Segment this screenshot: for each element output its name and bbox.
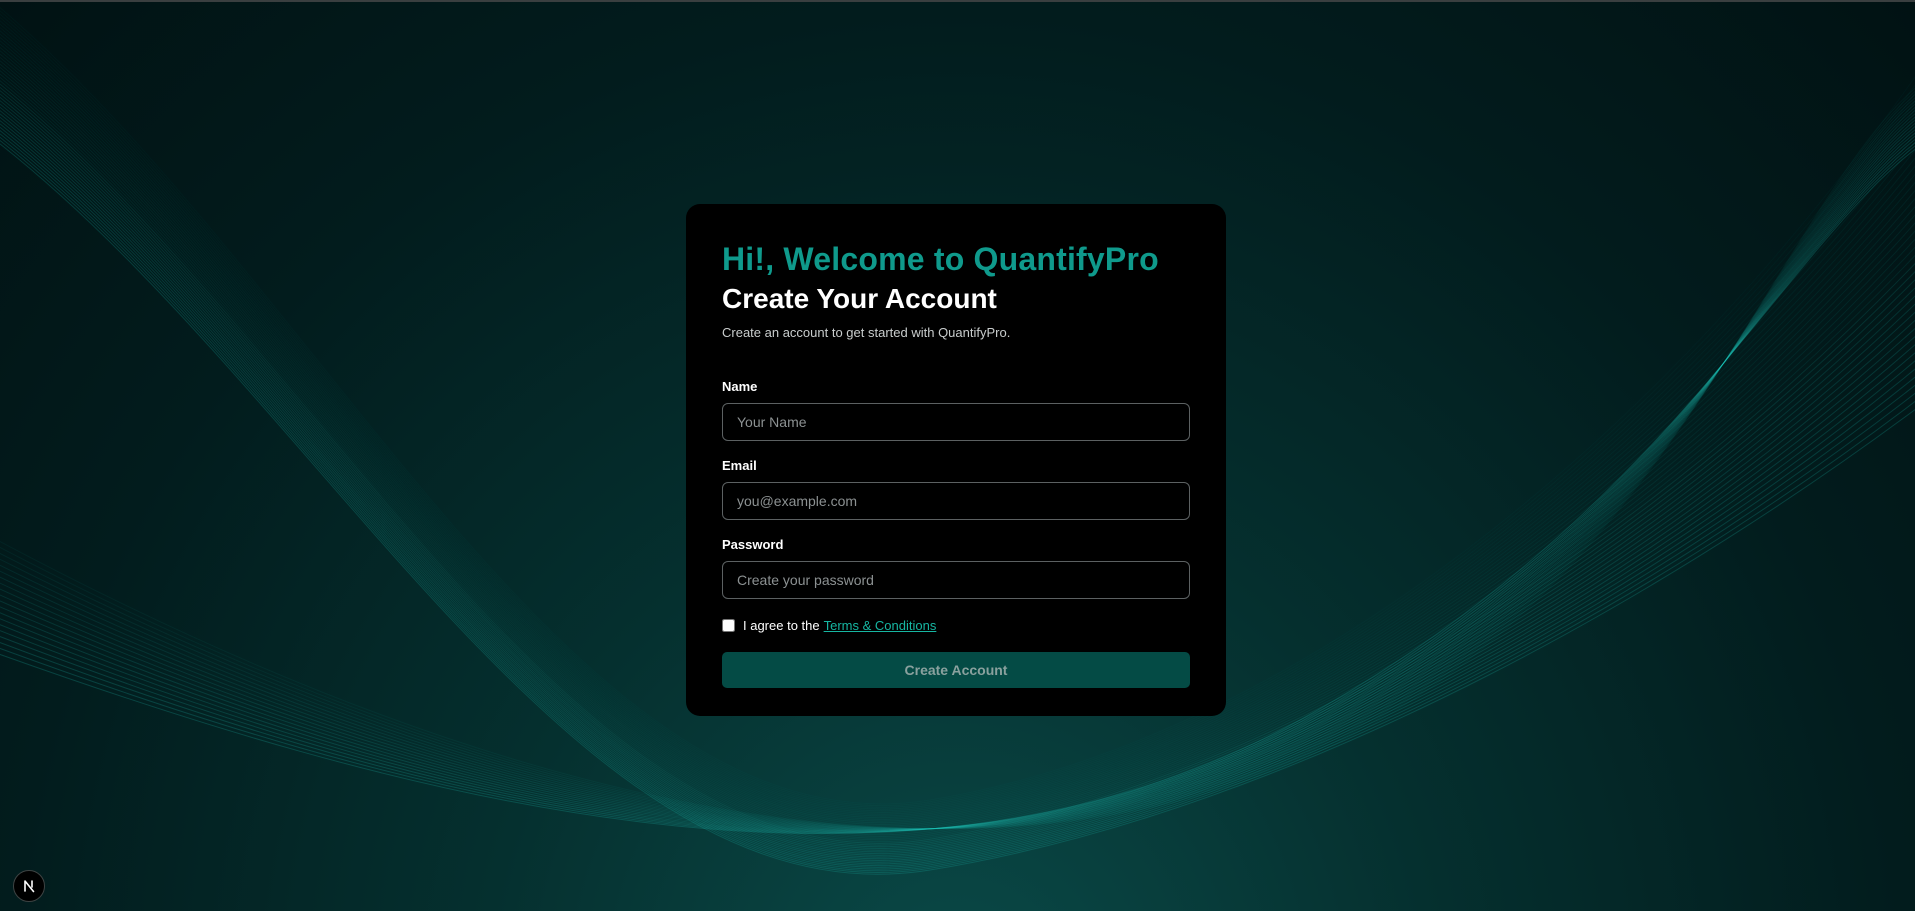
nextjs-logo-icon [24, 880, 35, 893]
password-field-group: Password [722, 536, 1190, 599]
terms-text: I agree to the [743, 617, 820, 633]
password-input[interactable] [722, 561, 1190, 599]
email-input[interactable] [722, 482, 1190, 520]
name-field-group: Name [722, 378, 1190, 441]
terms-checkbox[interactable] [722, 618, 735, 632]
name-input[interactable] [722, 403, 1190, 441]
password-label: Password [722, 537, 784, 552]
welcome-title: Hi!, Welcome to QuantifyPro [722, 241, 1159, 277]
email-field-group: Email [722, 457, 1190, 520]
page-subtitle: Create an account to get started with Qu… [722, 325, 1011, 340]
page-title: Create Your Account [722, 283, 997, 314]
create-account-button[interactable]: Create Account [722, 652, 1190, 688]
email-label: Email [722, 458, 757, 473]
signup-card: Hi!, Welcome to QuantifyPro Create Your … [686, 204, 1226, 716]
name-label: Name [722, 379, 758, 394]
terms-link[interactable]: Terms & Conditions [824, 618, 937, 633]
signup-page: Hi!, Welcome to QuantifyPro Create Your … [0, 0, 1915, 911]
terms-row: I agree to the Terms & Conditions [722, 616, 1190, 634]
dev-indicator-button[interactable] [13, 870, 45, 902]
